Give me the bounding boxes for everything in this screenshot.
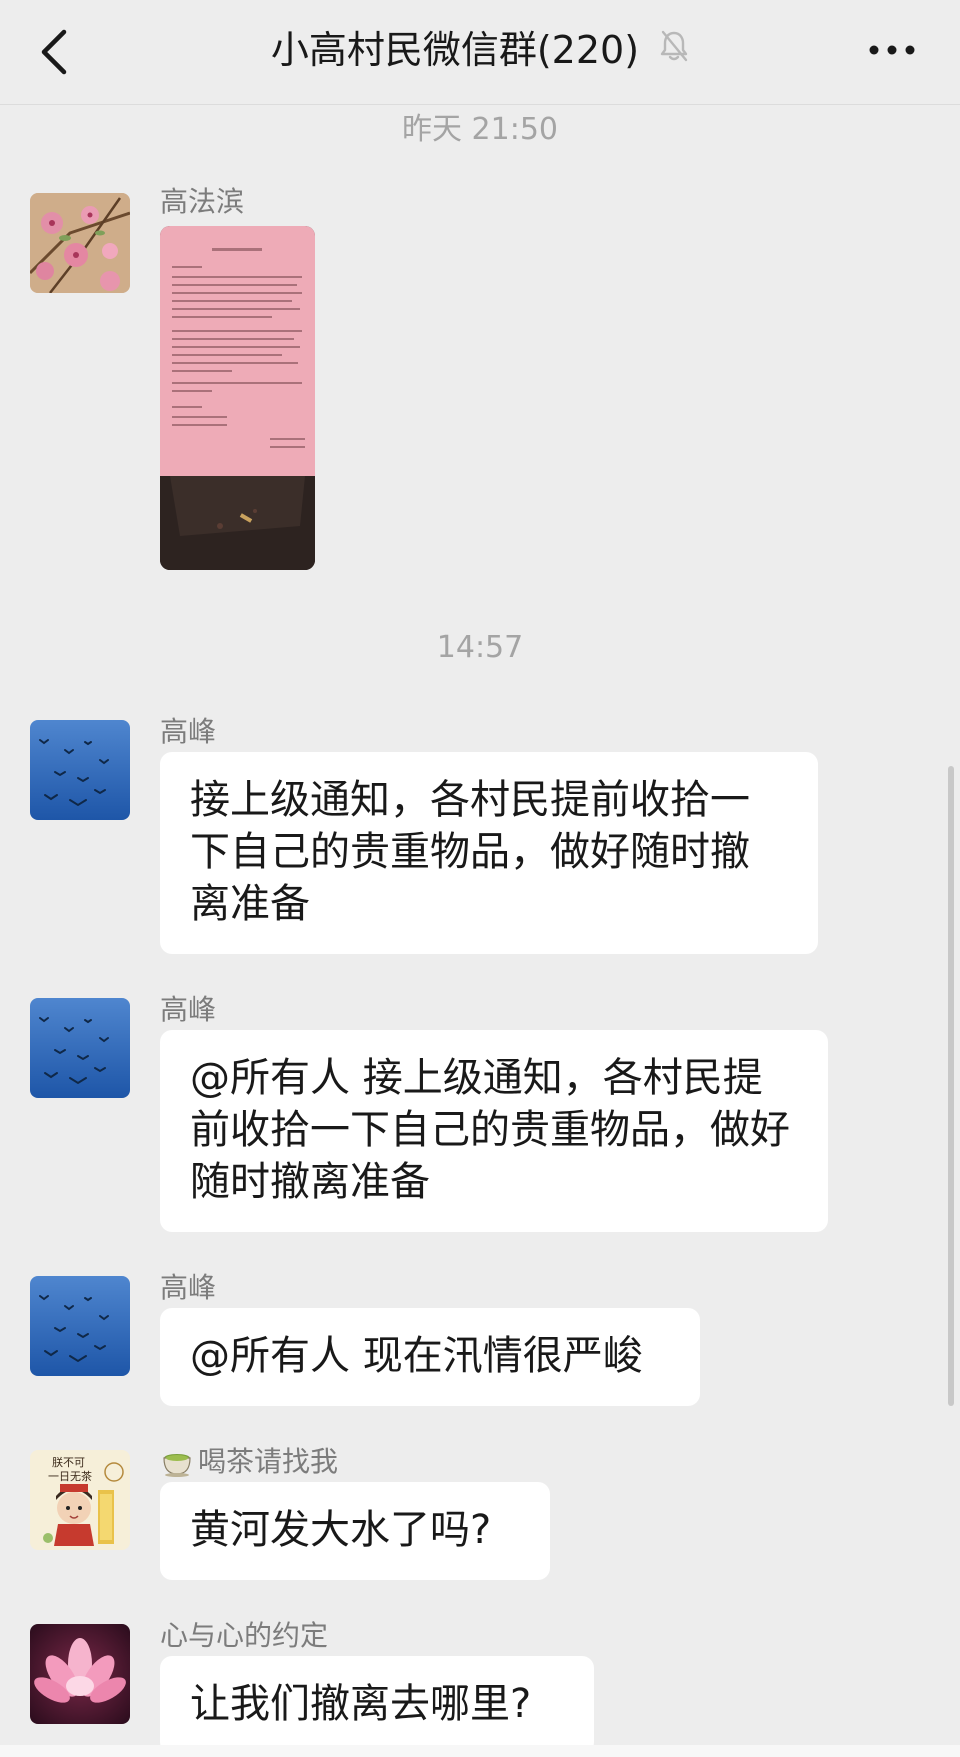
image-message[interactable] bbox=[160, 226, 315, 570]
birds-sky-avatar[interactable] bbox=[30, 1276, 130, 1376]
sender-name-wrap: 喝茶请找我 bbox=[160, 1440, 338, 1480]
chat-title-wrap[interactable]: 小高村民微信群(220) bbox=[0, 24, 960, 76]
chat-title: 小高村民微信群(220) bbox=[270, 28, 640, 72]
sender-name: 心与心的约定 bbox=[160, 1619, 329, 1652]
message-bubble[interactable]: 接上级通知，各村民提前收拾一下自己的贵重物品，做好随时撤离准备 bbox=[160, 752, 818, 954]
tea-cup-icon bbox=[160, 1448, 194, 1478]
timestamp: 14:57 bbox=[436, 630, 524, 665]
message-bubble[interactable]: @所有人 现在汛情很严峻 bbox=[160, 1308, 700, 1406]
birds-sky-avatar[interactable] bbox=[30, 720, 130, 820]
more-dots-icon bbox=[869, 45, 915, 55]
message-bubble[interactable]: 让我们撤离去哪里? bbox=[160, 1656, 594, 1754]
lotus-avatar[interactable] bbox=[30, 1624, 130, 1724]
avatar-caption-line-1: 朕不可 bbox=[52, 1455, 85, 1469]
tea-cartoon-avatar[interactable]: 朕不可 一日无茶 bbox=[30, 1450, 130, 1550]
peach-blossom-avatar[interactable] bbox=[30, 193, 130, 293]
message-bubble[interactable]: @所有人 接上级通知，各村民提前收拾一下自己的贵重物品，做好随时撤离准备 bbox=[160, 1030, 828, 1232]
sender-name: 高法滨 bbox=[160, 185, 245, 218]
scrollbar[interactable] bbox=[948, 766, 954, 1406]
message-bubble[interactable]: 黄河发大水了吗? bbox=[160, 1482, 550, 1580]
birds-sky-avatar[interactable] bbox=[30, 998, 130, 1098]
input-bar-edge bbox=[0, 1745, 960, 1757]
bell-off-icon bbox=[659, 24, 689, 76]
sender-name: 高峰 bbox=[160, 715, 217, 748]
avatar-caption-line-2: 一日无茶 bbox=[48, 1470, 92, 1483]
sender-name: 高峰 bbox=[160, 1271, 217, 1304]
sender-name: 喝茶请找我 bbox=[198, 1445, 339, 1478]
sender-name: 高峰 bbox=[160, 993, 217, 1026]
timestamp: 昨天 21:50 bbox=[402, 112, 558, 147]
chat-header: 小高村民微信群(220) bbox=[0, 0, 960, 105]
more-button[interactable] bbox=[868, 38, 916, 62]
